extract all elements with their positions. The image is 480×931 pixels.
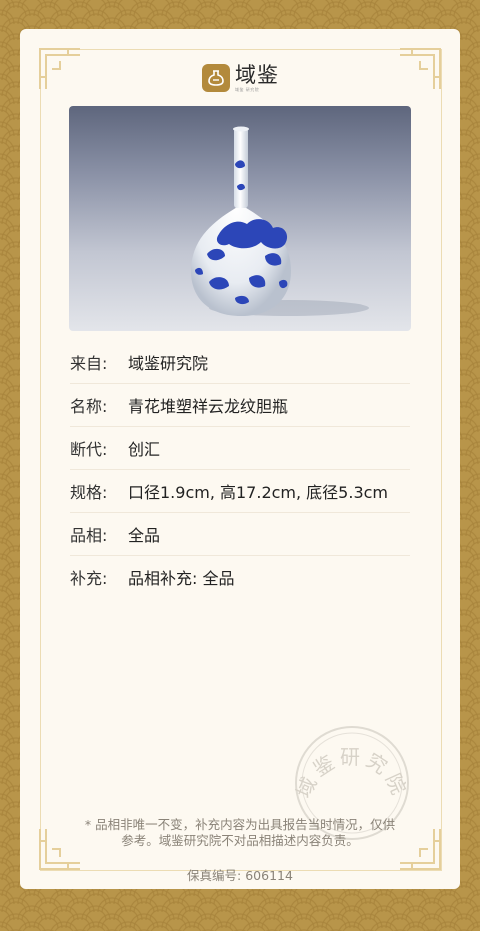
seal-text: 域鉴研究院	[291, 745, 408, 802]
detail-value: 青花堆塑祥云龙纹胆瓶	[128, 397, 289, 416]
brand-name: 域鉴	[235, 62, 279, 87]
detail-value: 全品	[128, 526, 161, 545]
product-photo[interactable]	[69, 106, 411, 331]
detail-value: 域鉴研究院	[128, 354, 209, 373]
vase-image	[191, 126, 369, 316]
detail-row-dimensions: 规格: 口径1.9cm, 高17.2cm, 底径5.3cm	[70, 470, 410, 513]
detail-value: 创汇	[128, 440, 161, 459]
detail-label: 来自:	[70, 354, 108, 373]
detail-label: 名称:	[70, 397, 108, 416]
detail-list: 来自: 域鉴研究院 名称: 青花堆塑祥云龙纹胆瓶 断代: 创汇 规格: 口径1.…	[70, 341, 410, 598]
detail-row-condition: 品相: 全品	[70, 513, 410, 556]
detail-row-source: 来自: 域鉴研究院	[70, 341, 410, 384]
detail-label: 补充:	[70, 569, 108, 588]
serial-number: 保真编号: 606114	[187, 868, 293, 883]
brand-logo: 域鉴 域鉴 研究院	[202, 62, 279, 94]
brand-tagline: 域鉴 研究院	[235, 86, 260, 92]
detail-row-name: 名称: 青花堆塑祥云龙纹胆瓶	[70, 384, 410, 427]
svg-text:域鉴研究院: 域鉴研究院	[292, 745, 412, 802]
detail-row-supplement: 补充: 品相补充: 全品	[70, 556, 410, 598]
detail-value: 口径1.9cm, 高17.2cm, 底径5.3cm	[128, 483, 389, 502]
corner-ornament	[38, 47, 82, 91]
detail-label: 品相:	[70, 526, 108, 545]
vessel-icon	[202, 64, 230, 92]
certificate-card: 域鉴 域鉴 研究院 来自: 域鉴研究院 名称: 青花堆塑祥云龙纹胆瓶 断代: 创…	[20, 29, 460, 889]
corner-ornament	[398, 47, 442, 91]
detail-value: 品相补充: 全品	[128, 569, 235, 588]
detail-label: 断代:	[70, 440, 108, 459]
detail-label: 规格:	[70, 483, 108, 502]
disclaimer-text: * 品相非唯一不变，补充内容为出具报告当时情况，仅供参考。域鉴研究院不对品相描述…	[84, 817, 396, 848]
detail-row-period: 断代: 创汇	[70, 427, 410, 470]
